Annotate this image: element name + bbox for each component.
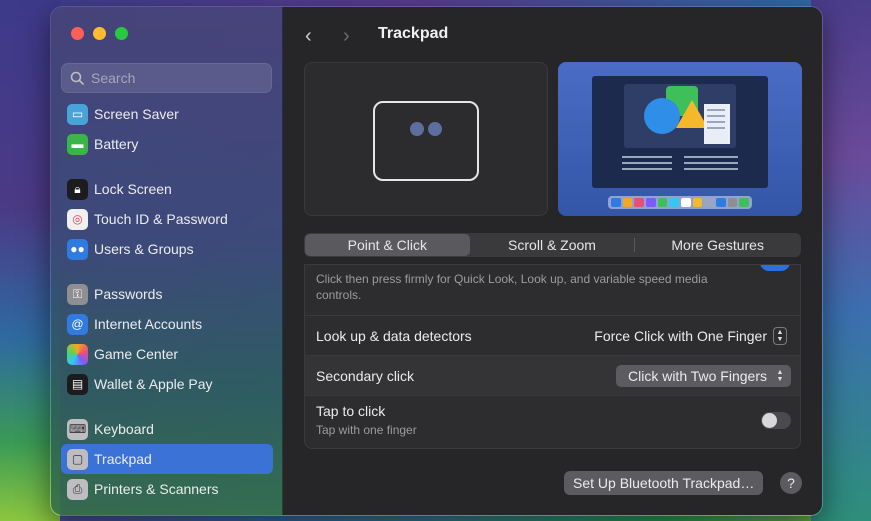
force-click-description: Click then press firmly for Quick Look, …: [316, 272, 708, 302]
tab-bar: Point & Click Scroll & Zoom More Gesture…: [304, 233, 801, 257]
lookup-row: Look up & data detectors Force Click wit…: [305, 315, 800, 355]
lock-icon: 🔒︎: [67, 178, 88, 200]
printer-icon: ⎙: [67, 478, 88, 500]
sidebar-item-wallet[interactable]: ▤ Wallet & Apple Pay: [61, 369, 273, 399]
forward-button[interactable]: ›: [343, 25, 350, 48]
chevron-updown-icon: ▲ ▼: [776, 368, 784, 383]
sidebar-item-label: Passwords: [94, 286, 163, 302]
fingerprint-icon: ◎: [67, 208, 88, 230]
game-center-icon: [67, 343, 88, 365]
minimize-window-button[interactable]: [93, 27, 106, 40]
sidebar-item-label: Internet Accounts: [94, 316, 203, 332]
secondary-click-select[interactable]: Click with Two Fingers ▲ ▼: [615, 364, 791, 387]
demo-window: [624, 84, 736, 148]
key-icon: ⚿: [67, 283, 88, 305]
setup-bluetooth-trackpad-button[interactable]: Set Up Bluetooth Trackpad…: [564, 471, 764, 495]
sidebar-item-label: Users & Groups: [94, 241, 194, 257]
sidebar-item-label: Printers & Scanners: [94, 481, 219, 497]
toggle-knob: [762, 413, 777, 428]
secondary-click-label: Secondary click: [316, 367, 415, 384]
sidebar-item-label: Keyboard: [94, 421, 154, 437]
sidebar-list: ▭ Screen Saver ▬ Battery 🔒︎ Lock Screen …: [61, 99, 273, 504]
force-click-toggle[interactable]: [760, 265, 790, 271]
help-button[interactable]: ?: [780, 472, 802, 494]
zoom-window-button[interactable]: [115, 27, 128, 40]
search-field[interactable]: [61, 63, 272, 93]
tap-to-click-label: Tap to click: [316, 403, 386, 419]
sidebar-item-passwords[interactable]: ⚿ Passwords: [61, 279, 273, 309]
sidebar-item-game-center[interactable]: Game Center: [61, 339, 273, 369]
sidebar: ▭ Screen Saver ▬ Battery 🔒︎ Lock Screen …: [51, 7, 283, 515]
main-content: ‹ › Trackpad Point & Click Scroll & Zoom…: [283, 7, 822, 515]
wallet-icon: ▤: [67, 373, 88, 395]
tab-more-gestures[interactable]: More Gestures: [635, 234, 800, 256]
finger-dot: [428, 122, 442, 136]
trackpad-gesture-preview: [304, 62, 548, 216]
demo-screen: [592, 76, 768, 188]
lookup-select[interactable]: Force Click with One Finger ▲ ▼: [582, 325, 791, 347]
close-window-button[interactable]: [71, 27, 84, 40]
lookup-value: Force Click with One Finger: [594, 327, 767, 344]
sidebar-item-label: Lock Screen: [94, 181, 172, 197]
secondary-click-value: Click with Two Fingers: [627, 367, 767, 384]
sidebar-item-lock-screen[interactable]: 🔒︎ Lock Screen: [61, 174, 273, 204]
tap-to-click-toggle[interactable]: [761, 412, 791, 429]
tab-scroll-zoom[interactable]: Scroll & Zoom: [470, 234, 635, 256]
keyboard-icon: ⌨: [67, 418, 88, 440]
screen-saver-icon: ▭: [67, 103, 88, 125]
sidebar-item-label: Wallet & Apple Pay: [94, 376, 213, 392]
demo-text-lines: [622, 156, 738, 182]
sidebar-item-users-groups[interactable]: ●● Users & Groups: [61, 234, 273, 264]
sidebar-item-keyboard[interactable]: ⌨ Keyboard: [61, 414, 273, 444]
window-controls: [71, 27, 128, 40]
users-icon: ●●: [67, 238, 88, 260]
secondary-click-row: Secondary click Click with Two Fingers ▲…: [305, 355, 800, 395]
chevron-updown-icon: ▲ ▼: [773, 326, 787, 345]
sidebar-item-touch-id[interactable]: ◎ Touch ID & Password: [61, 204, 273, 234]
tap-to-click-row: Tap to click Tap with one finger: [305, 395, 800, 445]
tap-to-click-text: Tap to click Tap with one finger: [316, 403, 417, 438]
demo-dock: [608, 196, 752, 209]
sidebar-item-printers[interactable]: ⎙ Printers & Scanners: [61, 474, 273, 504]
tap-to-click-description: Tap with one finger: [316, 423, 417, 437]
trackpad-illustration: [373, 101, 479, 181]
sidebar-item-label: Game Center: [94, 346, 179, 362]
sidebar-item-screen-saver[interactable]: ▭ Screen Saver: [61, 99, 273, 129]
battery-icon: ▬: [67, 133, 88, 155]
screen-demo-preview: [558, 62, 802, 216]
page-title: Trackpad: [378, 25, 449, 42]
sidebar-item-label: Battery: [94, 136, 139, 152]
sidebar-item-trackpad[interactable]: ▢ Trackpad: [61, 444, 273, 474]
quicklook-illustration: [644, 86, 730, 144]
sidebar-item-label: Screen Saver: [94, 106, 179, 122]
lookup-label: Look up & data detectors: [316, 327, 472, 344]
search-input[interactable]: [91, 70, 261, 86]
trackpad-icon: ▢: [67, 448, 88, 470]
tab-point-click[interactable]: Point & Click: [305, 234, 470, 256]
at-icon: @: [67, 313, 88, 335]
finger-dot: [410, 122, 424, 136]
search-icon: [70, 71, 84, 85]
back-button[interactable]: ‹: [305, 25, 312, 48]
system-settings-window: ▭ Screen Saver ▬ Battery 🔒︎ Lock Screen …: [50, 6, 823, 516]
settings-panel[interactable]: Click then press firmly for Quick Look, …: [304, 264, 801, 449]
sidebar-item-internet-accounts[interactable]: @ Internet Accounts: [61, 309, 273, 339]
sidebar-item-battery[interactable]: ▬ Battery: [61, 129, 273, 159]
sidebar-item-label: Touch ID & Password: [94, 211, 228, 227]
sidebar-item-label: Trackpad: [94, 451, 152, 467]
